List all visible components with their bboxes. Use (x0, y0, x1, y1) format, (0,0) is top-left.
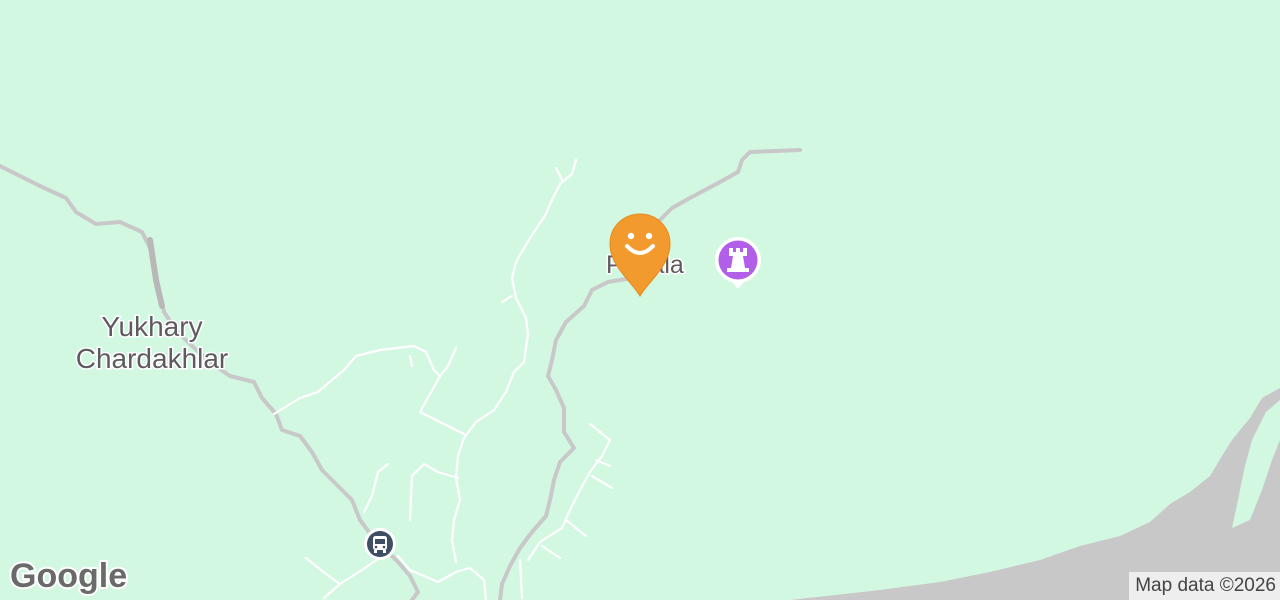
place-label-yukhary-line1: Yukhary (101, 311, 202, 342)
place-label-yukhary-line2: Chardakhlar (76, 343, 229, 374)
google-logo-text: Google (10, 557, 127, 595)
map-attribution[interactable]: Map data ©2026 (1129, 572, 1280, 600)
google-logo: Google (8, 555, 128, 597)
transit-marker[interactable] (364, 528, 396, 560)
map-canvas[interactable]: Yukhary Chardakhlar Pirgala (0, 0, 1280, 600)
land-background (0, 0, 1280, 600)
